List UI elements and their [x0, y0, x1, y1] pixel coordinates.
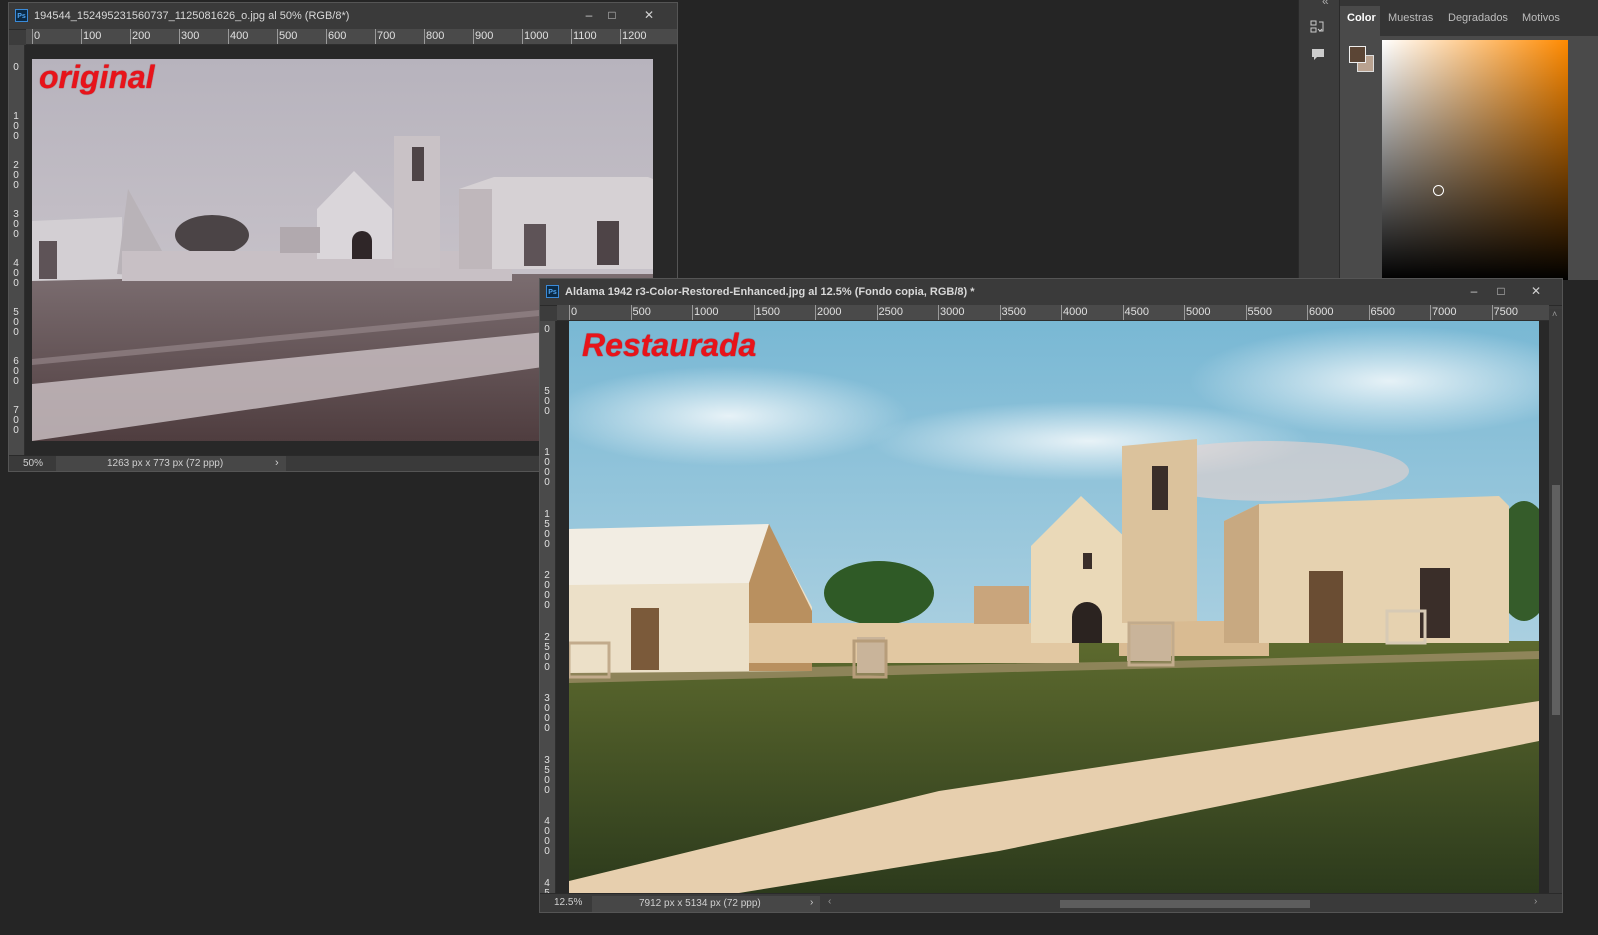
ruler-label: 7000: [1432, 306, 1457, 318]
vertical-scrollbar[interactable]: ˄: [1549, 309, 1562, 893]
maximize-button[interactable]: □: [598, 6, 626, 24]
maximize-button[interactable]: □: [1487, 282, 1515, 300]
ruler-label: 2500: [878, 306, 903, 318]
status-bar: 12.5% 7912 px x 5134 px (72 ppp) › ‹ ›: [540, 893, 1562, 912]
tab-muestras[interactable]: Muestras: [1388, 12, 1433, 24]
ruler-label: 0: [13, 62, 19, 73]
ruler-label: 0: [571, 306, 578, 318]
doc-info-field[interactable]: 1263 px x 773 px (72 ppp) ›: [56, 456, 286, 471]
ruler-label: 0: [34, 30, 41, 42]
close-button[interactable]: ✕: [1522, 282, 1550, 300]
vertical-ruler[interactable]: 0 1 0 0 2 0 0 3 0 0 4 0 0 5 0 0 6 0 0 7 0 0: [9, 45, 25, 455]
doc-info: 7912 px x 5134 px (72 ppp): [639, 898, 761, 909]
horizontal-scroll-thumb[interactable]: [1060, 900, 1310, 908]
ruler-label: 3 5 0 0: [544, 754, 550, 796]
canvas-restored-photo[interactable]: [569, 321, 1539, 893]
ruler-label: 3 0 0: [13, 209, 19, 240]
ruler-label: 900: [475, 30, 494, 42]
tab-color[interactable]: Color: [1347, 12, 1376, 24]
scroll-left-icon[interactable]: ‹: [828, 896, 831, 907]
ruler-label: 7500: [1493, 306, 1518, 318]
horizontal-scrollbar[interactable]: [840, 899, 1530, 909]
color-picker-field[interactable]: [1382, 40, 1568, 280]
doc-info-field[interactable]: 7912 px x 5134 px (72 ppp) ›: [592, 896, 820, 912]
ruler-label: 4 0 0: [13, 258, 19, 289]
overlay-label-restaurada: Restaurada: [582, 327, 757, 363]
color-picker-cursor[interactable]: [1433, 185, 1444, 196]
document-title-bar[interactable]: Ps 194544_152495231560737_1125081626_o.j…: [9, 3, 677, 30]
ruler-label: 700: [377, 30, 396, 42]
ruler-label: 1 0 0 0: [544, 447, 550, 488]
ruler-label: 1100: [573, 30, 597, 42]
ruler-label: 500: [632, 306, 651, 318]
chevron-right-icon[interactable]: ›: [275, 457, 279, 469]
document-title: Aldama 1942 r3-Color-Restored-Enhanced.j…: [565, 286, 975, 298]
zoom-level[interactable]: 50%: [23, 458, 43, 469]
photoshop-icon: Ps: [546, 285, 559, 298]
tab-degradados[interactable]: Degradados: [1448, 12, 1508, 24]
restored-photo-image: [569, 321, 1539, 893]
foreground-color-swatch[interactable]: [1349, 46, 1366, 63]
doc-info: 1263 px x 773 px (72 ppp): [107, 458, 224, 469]
photoshop-icon: Ps: [15, 9, 28, 22]
overlay-label-original: original: [39, 59, 155, 95]
ruler-label: 3000: [940, 306, 965, 318]
ruler-label: 6500: [1370, 306, 1395, 318]
ruler-label: 3500: [1001, 306, 1026, 318]
ruler-label: 3 0 0 0: [544, 693, 550, 734]
ruler-label: 4500: [1124, 306, 1149, 318]
ruler-label: 800: [426, 30, 445, 42]
ruler-label: 600: [328, 30, 347, 42]
ruler-label: 0: [544, 324, 550, 335]
ruler-label: 1 5 0 0: [544, 508, 550, 550]
close-button[interactable]: ✕: [635, 6, 663, 24]
color-panel-tabs: Color Muestras Degradados Motivos: [1340, 0, 1598, 36]
ruler-label: 300: [181, 30, 200, 42]
ruler-label: 4 5: [544, 877, 550, 893]
ruler-label: 5 0 0: [544, 385, 550, 417]
ruler-label: 5500: [1247, 306, 1272, 318]
ruler-label: 2 0 0: [13, 160, 19, 191]
document-title-bar[interactable]: Ps Aldama 1942 r3-Color-Restored-Enhance…: [540, 279, 1562, 306]
horizontal-ruler[interactable]: 0 500 1000 1500 2000 2500 3000 3500 4000 4500 5000…: [557, 305, 1549, 321]
ruler-label: 5000: [1186, 306, 1211, 318]
ruler-label: 200: [132, 30, 151, 42]
ruler-label: 1000: [524, 30, 549, 42]
zoom-level[interactable]: 12.5%: [554, 897, 582, 908]
vertical-ruler[interactable]: 0 5 0 0 1 0 0 0 1 5 0 0 2 0 0 0 2 5 0 0 3 0 0 …: [540, 321, 556, 893]
ruler-label: 2000: [817, 306, 842, 318]
ruler-label: 5 0 0: [13, 307, 19, 338]
ruler-label: 7 0 0: [13, 405, 19, 436]
ruler-label: 400: [230, 30, 249, 42]
ruler-label: 4 0 0 0: [544, 816, 550, 857]
minimize-button[interactable]: –: [1460, 282, 1488, 300]
ruler-label: 500: [279, 30, 298, 42]
ruler-label: 1000: [694, 306, 719, 318]
ruler-label: 1500: [755, 306, 780, 318]
history-panel-icon[interactable]: [1309, 18, 1326, 35]
ruler-label: 2 0 0 0: [544, 570, 550, 611]
scroll-right-icon[interactable]: ›: [1534, 896, 1537, 907]
document-window-restored[interactable]: Ps Aldama 1942 r3-Color-Restored-Enhance…: [539, 278, 1563, 913]
collapse-panel-icon[interactable]: «: [1322, 0, 1329, 8]
chevron-right-icon[interactable]: ›: [810, 897, 813, 908]
comments-panel-icon[interactable]: [1310, 47, 1326, 63]
scroll-up-icon[interactable]: ˄: [1552, 309, 1557, 319]
ruler-label: 100: [83, 30, 102, 42]
ruler-label: 1200: [622, 30, 647, 42]
ruler-label: 4000: [1063, 306, 1088, 318]
horizontal-ruler[interactable]: 0 100 200 300 400 500 600 700 800 900 1000 1100 1200: [26, 29, 677, 45]
tab-motivos[interactable]: Motivos: [1522, 12, 1560, 24]
vertical-scroll-thumb[interactable]: [1552, 485, 1560, 715]
document-title: 194544_152495231560737_1125081626_o.jpg …: [34, 10, 350, 22]
tools-strip: [1298, 0, 1340, 280]
ruler-label: 6000: [1309, 306, 1334, 318]
ruler-label: 1 0 0: [13, 111, 19, 142]
ruler-label: 6 0 0: [13, 356, 19, 387]
ruler-label: 2 5 0 0: [544, 631, 550, 673]
